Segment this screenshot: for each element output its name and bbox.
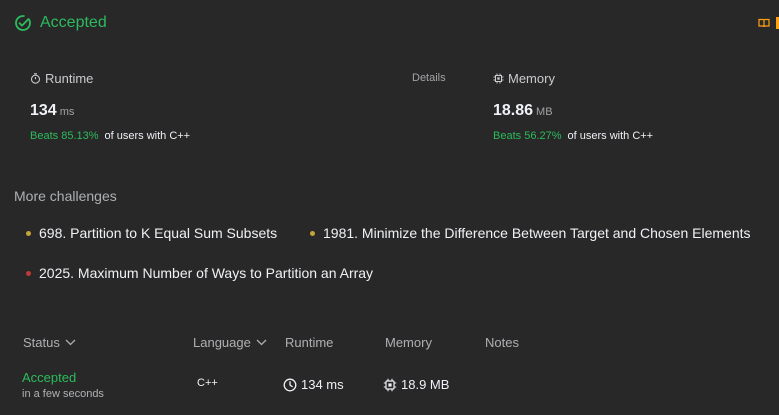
details-link[interactable]: Details — [412, 72, 446, 84]
result-header: Accepted — [14, 14, 107, 32]
runtime-beats-prefix: Beats 85.13% — [30, 130, 99, 142]
row-memory: 18.9 MB — [383, 377, 449, 392]
challenge-label: 1981. Minimize the Difference Between Ta… — [323, 225, 751, 241]
submission-result-panel: Accepted Runtime 134 ms Beats 85.13% of u… — [0, 0, 779, 415]
runtime-label: Runtime — [45, 71, 94, 86]
chip-icon — [493, 73, 504, 84]
memory-stat[interactable]: Memory 18.86 MB Beats 56.27% of users wit… — [493, 71, 653, 142]
notes-column-header: Notes — [485, 335, 519, 350]
runtime-beats-word: Beats — [30, 130, 59, 142]
memory-unit: MB — [536, 106, 553, 118]
chevron-down-icon — [256, 339, 267, 346]
row-runtime: 134 ms — [283, 377, 344, 392]
row-language: C++ — [197, 377, 218, 389]
language-header-label: Language — [193, 335, 251, 350]
memory-beats-suffix: of users with C++ — [567, 130, 654, 142]
challenge-link[interactable]: 698. Partition to K Equal Sum Subsets — [26, 225, 277, 241]
runtime-value: 134 — [30, 102, 57, 119]
result-status-title: Accepted — [40, 14, 107, 31]
challenge-label: 2025. Maximum Number of Ways to Partitio… — [39, 265, 374, 281]
chip-icon — [383, 378, 397, 391]
clock-icon — [283, 378, 297, 391]
solution-book-icon[interactable] — [758, 17, 770, 29]
memory-beats-pct: 56.27% — [524, 130, 562, 142]
memory-column-header: Memory — [385, 335, 432, 350]
runtime-beats-suffix: of users with C++ — [104, 130, 191, 142]
stopwatch-icon — [30, 73, 41, 84]
challenge-link[interactable]: 1981. Minimize the Difference Between Ta… — [310, 225, 751, 241]
runtime-column-header: Runtime — [285, 335, 334, 350]
memory-value: 18.86 — [493, 102, 534, 119]
row-time: in a few seconds — [22, 388, 104, 400]
challenge-link[interactable]: 2025. Maximum Number of Ways to Partitio… — [26, 265, 373, 281]
runtime-unit: ms — [59, 106, 75, 118]
runtime-stat[interactable]: Runtime 134 ms Beats 85.13% of users with… — [30, 71, 190, 142]
memory-label-row: Memory — [493, 71, 653, 86]
status-header-label: Status — [23, 335, 60, 350]
row-runtime-value: 134 ms — [301, 377, 344, 392]
runtime-beats-pct: 85.13% — [61, 130, 99, 142]
check-circle-icon — [15, 15, 31, 31]
row-status[interactable]: Accepted — [22, 370, 76, 385]
memory-beats-word: Beats — [493, 130, 522, 142]
memory-label: Memory — [508, 71, 555, 86]
challenge-label: 698. Partition to K Equal Sum Subsets — [39, 225, 278, 241]
memory-value-row: 18.86 MB — [493, 102, 653, 120]
difficulty-medium-dot — [26, 230, 31, 236]
memory-beats: Beats 56.27% of users with C++ — [493, 130, 653, 142]
memory-beats-prefix: Beats 56.27% — [493, 130, 562, 142]
runtime-beats: Beats 85.13% of users with C++ — [30, 130, 190, 142]
chevron-down-icon — [65, 339, 76, 346]
difficulty-hard-dot — [26, 270, 31, 276]
difficulty-medium-dot — [310, 230, 315, 236]
row-memory-value: 18.9 MB — [401, 377, 450, 392]
runtime-value-row: 134 ms — [30, 102, 190, 120]
top-right-tools — [758, 17, 779, 29]
more-challenges-title: More challenges — [14, 188, 117, 204]
language-column-header[interactable]: Language — [193, 335, 267, 350]
status-column-header[interactable]: Status — [23, 335, 76, 350]
runtime-label-row: Runtime — [30, 71, 190, 86]
